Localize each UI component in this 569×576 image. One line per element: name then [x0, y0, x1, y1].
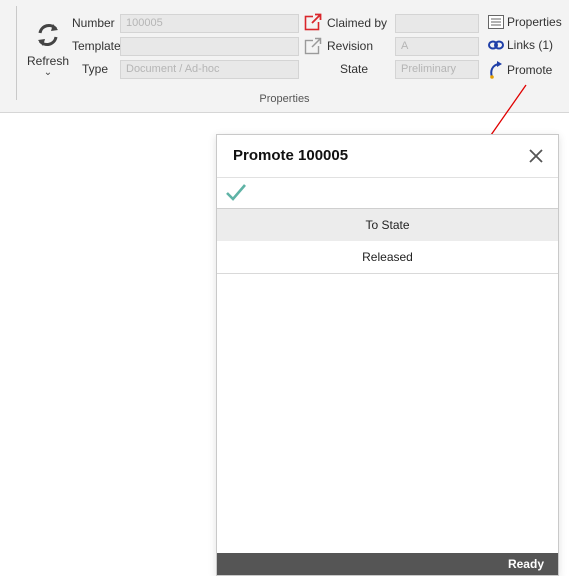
ribbon-separator — [16, 6, 17, 100]
state-field[interactable]: Preliminary — [395, 60, 479, 79]
properties-button[interactable]: Properties — [488, 15, 562, 29]
links-button[interactable]: Links (1) — [488, 38, 553, 52]
type-label: Type — [82, 62, 109, 76]
type-field[interactable]: Document / Ad-hoc — [120, 60, 299, 79]
number-label: Number — [72, 16, 115, 30]
claimed-by-label: Claimed by — [327, 16, 388, 30]
properties-group-label: Properties — [259, 93, 310, 105]
link-icon — [488, 40, 504, 50]
ribbon: Refresh ⌄ Number 100005 Template Type Do… — [0, 0, 569, 113]
claim-open-icon[interactable] — [304, 13, 322, 36]
revision-open-icon[interactable] — [304, 37, 322, 60]
properties-button-label: Properties — [507, 15, 562, 29]
state-row-released[interactable]: Released — [217, 241, 558, 274]
state-label: State — [340, 62, 369, 76]
refresh-label: Refresh — [26, 54, 70, 68]
promote-dialog: Promote 100005 To State Released Ready — [216, 134, 559, 576]
dialog-title: Promote 100005 — [233, 147, 349, 164]
close-icon[interactable] — [524, 144, 548, 168]
promote-icon — [490, 61, 502, 79]
chevron-down-icon[interactable]: ⌄ — [26, 68, 70, 78]
properties-icon — [488, 15, 504, 29]
refresh-button[interactable]: Refresh ⌄ — [26, 18, 70, 98]
dialog-header: Promote 100005 — [217, 135, 558, 178]
number-field[interactable]: 100005 — [120, 14, 299, 33]
claimed-by-field[interactable] — [395, 14, 479, 33]
revision-field[interactable]: A — [395, 37, 479, 56]
checkmark-icon[interactable] — [225, 182, 247, 207]
dialog-toolbar — [217, 178, 558, 209]
template-field[interactable] — [120, 37, 299, 56]
refresh-icon — [31, 18, 65, 52]
revision-label: Revision — [327, 39, 374, 53]
status-bar: Ready — [217, 553, 558, 575]
to-state-column-header: To State — [217, 209, 558, 241]
template-label: Template — [72, 39, 121, 53]
promote-button-label: Promote — [507, 63, 553, 77]
links-button-label: Links (1) — [507, 38, 554, 52]
promote-button[interactable]: Promote — [488, 61, 552, 79]
